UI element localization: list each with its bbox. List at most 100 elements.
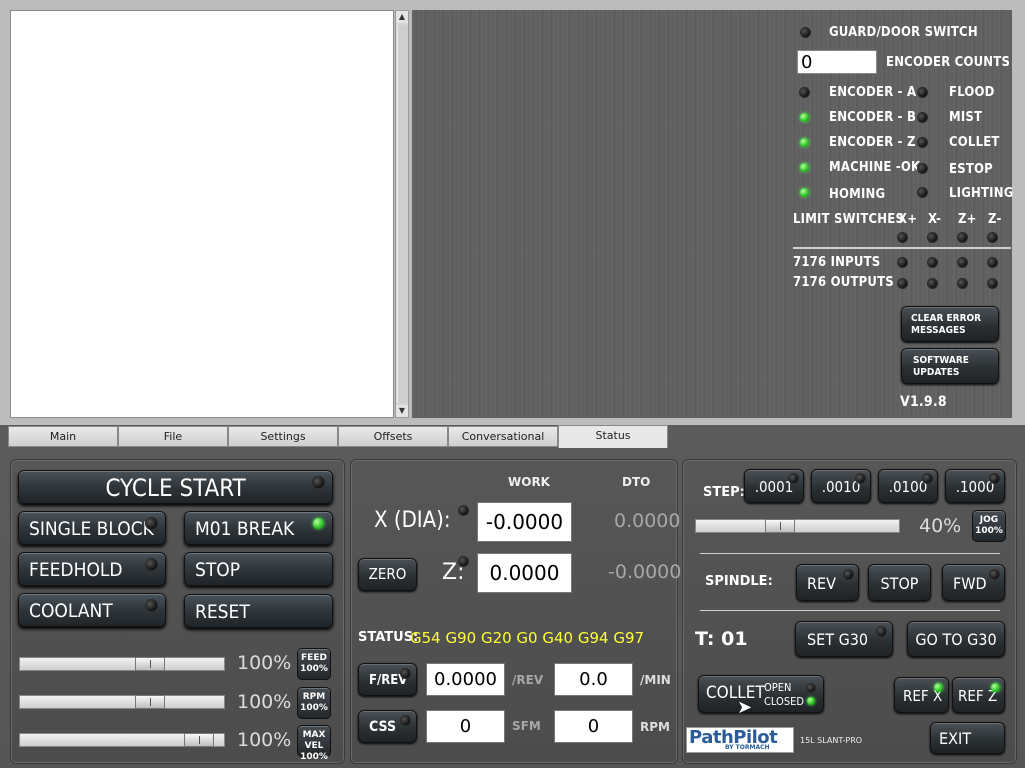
frev-button[interactable]: F/REV [358, 663, 417, 696]
step-1000-button[interactable]: .1000 [945, 469, 1005, 503]
input-led-3 [958, 258, 967, 267]
scroll-up-icon[interactable]: ▲ [396, 11, 408, 23]
jog-speed-slider[interactable] [695, 519, 900, 533]
feed-slider-knob[interactable] [135, 657, 165, 671]
outputs-label: 7176 OUTPUTS [793, 275, 894, 290]
encoder-counts-field[interactable]: 0 [797, 50, 877, 74]
collet-button[interactable]: COLLET OPEN CLOSED [698, 675, 824, 713]
z-dto-value: -0.0000 [608, 561, 682, 583]
jog-spindle-panel [682, 459, 1017, 764]
maxvel-btn-value: 100% [300, 752, 328, 762]
step-0100-led [923, 474, 932, 483]
encoder-a-led [800, 88, 809, 97]
mist-label: MIST [949, 110, 983, 125]
ref-z-button[interactable]: REF Z [952, 677, 1005, 713]
feedhold-button[interactable]: FEEDHOLD [18, 552, 166, 586]
limit-x-plus-label: X+ [898, 212, 918, 227]
clear-error-messages-button[interactable]: CLEAR ERROR MESSAGES [901, 306, 999, 342]
step-0010-button[interactable]: .0010 [811, 469, 871, 503]
x-axis-led [459, 506, 468, 515]
frev-unit: /REV [512, 673, 544, 687]
jog-slider-knob[interactable] [765, 519, 795, 533]
encoder-counts-label: ENCODER COUNTS [886, 55, 1011, 70]
step-0100-button[interactable]: .0100 [878, 469, 938, 503]
sfm-field[interactable]: 0 [426, 710, 505, 743]
step-0001-button[interactable]: .0001 [744, 469, 804, 503]
flood-led [918, 88, 927, 97]
reset-button[interactable]: RESET [184, 594, 333, 628]
rpm-override-slider[interactable] [19, 695, 225, 709]
tab-status[interactable]: Status [558, 425, 668, 448]
rpm-slider-knob[interactable] [135, 695, 165, 709]
rev-led [844, 570, 853, 579]
tab-file[interactable]: File [118, 426, 228, 447]
set-g30-button[interactable]: SET G30 [795, 621, 893, 657]
scroll-thumb[interactable] [397, 25, 408, 403]
spindle-rev-button[interactable]: REV [796, 564, 859, 601]
feed-reset-button[interactable]: FEED 100% [297, 648, 331, 680]
collet-label: COLLET [949, 135, 1000, 150]
feedhold-label: FEEDHOLD [29, 559, 123, 581]
coolant-button[interactable]: COOLANT [18, 593, 166, 627]
rev-label: REV [807, 574, 836, 593]
css-label: CSS [369, 719, 397, 735]
maxvel-override-slider[interactable] [19, 733, 225, 747]
spindle-fwd-button[interactable]: FWD [942, 564, 1005, 601]
rpm-field[interactable]: 0 [554, 710, 633, 743]
tab-conversational[interactable]: Conversational [448, 426, 558, 447]
z-work-field[interactable]: 0.0000 [477, 553, 572, 593]
output-led-3 [958, 279, 967, 288]
x-dto-value: 0.0000 [614, 510, 681, 532]
frev-field[interactable]: 0.0000 [426, 663, 505, 696]
guard-door-label: GUARD/DOOR SWITCH [829, 25, 978, 40]
rpm-override-percent: 100% [237, 691, 292, 713]
single-block-button[interactable]: SINGLE BLOCK [18, 511, 166, 545]
feed-override-slider[interactable] [19, 657, 225, 671]
step-0010-led [856, 474, 865, 483]
zero-button[interactable]: ZERO [358, 558, 417, 591]
version-label: V1.9.8 [900, 394, 947, 410]
gcode-text-area[interactable] [10, 10, 394, 418]
go-to-g30-button[interactable]: GO TO G30 [907, 621, 1005, 657]
scroll-down-icon[interactable]: ▼ [396, 405, 408, 417]
collet-closed-led [807, 697, 815, 705]
fmin-field[interactable]: 0.0 [554, 663, 633, 696]
limit-switches-label: LIMIT SWITCHES [793, 212, 905, 227]
tab-settings[interactable]: Settings [228, 426, 338, 447]
tab-offsets[interactable]: Offsets [338, 426, 448, 447]
maxvel-slider-knob[interactable] [184, 733, 214, 747]
homing-led [800, 188, 809, 197]
exit-button[interactable]: EXIT [930, 722, 1005, 754]
tab-main[interactable]: Main [8, 426, 118, 447]
spindle-stop-button[interactable]: STOP [868, 564, 931, 601]
fwd-led [990, 570, 999, 579]
m01-break-button[interactable]: M01 BREAK [184, 511, 333, 545]
step-1000-led [990, 474, 999, 483]
ref-x-button[interactable]: REF X [894, 677, 949, 713]
rpm-reset-button[interactable]: RPM 100% [297, 687, 331, 719]
output-led-4 [988, 279, 997, 288]
machine-ok-label: MACHINE -OK [829, 160, 921, 175]
reset-label: RESET [195, 601, 250, 623]
jog-speed-percent: 40% [919, 515, 962, 537]
software-updates-button[interactable]: SOFTWARE UPDATES [901, 348, 999, 384]
x-work-field[interactable]: -0.0000 [477, 502, 572, 542]
rpm-btn-label: RPM [302, 692, 326, 702]
vertical-scrollbar[interactable]: ▲ ▼ [395, 10, 409, 418]
stop-button[interactable]: STOP [184, 552, 333, 586]
sfm-unit: SFM [512, 719, 541, 733]
maxvel-reset-button[interactable]: MAX VEL 100% [297, 725, 331, 762]
output-led-2 [928, 279, 937, 288]
rpm-unit: RPM [640, 720, 670, 734]
guard-door-led [801, 28, 810, 37]
set-g30-led [877, 627, 886, 636]
fmin-unit: /MIN [640, 673, 671, 687]
limit-z-plus-led [958, 233, 967, 242]
limit-z-plus-label: Z+ [958, 212, 977, 227]
encoder-a-label: ENCODER - A [829, 85, 917, 100]
estop-label: ESTOP [949, 162, 993, 177]
jog-reset-button[interactable]: JOG 100% [972, 510, 1006, 542]
cycle-start-button[interactable]: CYCLE START [18, 470, 333, 504]
encoder-z-label: ENCODER - Z [829, 135, 916, 150]
css-button[interactable]: CSS [358, 710, 417, 743]
